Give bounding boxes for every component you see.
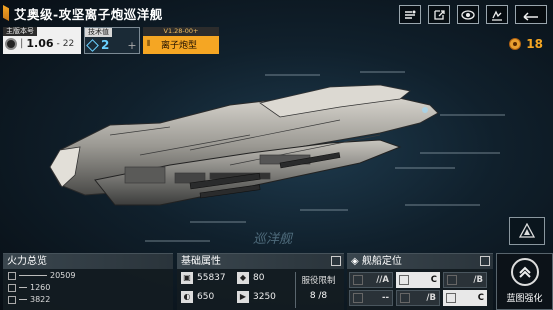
hull-stat: ▣ 55837 — [181, 272, 226, 284]
ship-model[interactable] — [0, 55, 553, 250]
siege-icon — [8, 295, 16, 304]
tech-plus-icon: + — [127, 38, 137, 52]
anti-air-bar — [19, 287, 27, 288]
coin-icon — [509, 38, 522, 50]
attributes-expand-icon[interactable] — [331, 256, 341, 266]
role-grade-3: B — [476, 275, 483, 285]
positioning-expand-icon[interactable] — [480, 256, 490, 266]
role-icon-2 — [399, 275, 409, 285]
ship-title: 艾奥级-攻坚离子炮巡洋舰 — [14, 6, 163, 22]
ship-type-box[interactable]: V1.28-00+ ⦀ 离子炮型 — [143, 27, 219, 54]
ship-info-strip: 主版本号 | 1.06 - 22 技术值 2 + V1.28-00+ ⦀ 离子炮… — [3, 27, 219, 54]
upgrade-chevron-icon — [511, 258, 539, 286]
firepower-total-icon — [8, 271, 16, 280]
role-icon-1 — [353, 275, 363, 285]
role-grade-4: -- — [381, 293, 389, 303]
version-separator: - — [56, 38, 60, 49]
service-limit-label: 服役限制 — [301, 276, 336, 286]
positioning-icon: ◈ — [351, 256, 362, 267]
firepower-row-3: 3822 — [8, 295, 50, 304]
role-cell-5: /B — [396, 290, 440, 306]
firepower-row-2: 1260 — [8, 283, 50, 292]
version-label: 主版本号 — [3, 27, 37, 36]
ship-type-label: 离子炮型 — [161, 41, 198, 51]
tech-box[interactable]: 技术值 2 + — [84, 27, 140, 54]
share-icon[interactable] — [428, 5, 450, 24]
role-cell-6: C — [443, 290, 487, 306]
firepower-panel[interactable]: 火力总览 20509 1260 3822 — [3, 253, 173, 310]
hull-icon: ▣ — [181, 272, 193, 284]
firepower-row-1: 20509 — [8, 271, 75, 280]
speed-stat: ▶ 3250 — [237, 291, 276, 303]
blueprint-enhance-label: 蓝图强化 — [506, 294, 543, 304]
role-grade-1: A — [382, 275, 389, 285]
role-cell-3: /B — [443, 272, 487, 288]
siege-value: 3822 — [30, 295, 51, 304]
positioning-panel[interactable]: ◈ 舰船定位 //A C /B -- /B C — [347, 253, 493, 310]
role-cell-1: //A — [349, 272, 393, 288]
role-icon-6 — [446, 293, 456, 303]
armor-stat: ◆ 80 — [237, 272, 264, 284]
version-box: 主版本号 | 1.06 - 22 — [3, 27, 81, 54]
role-icon-4 — [353, 293, 363, 303]
role-grade-5: B — [429, 293, 436, 303]
lock-icon[interactable] — [486, 5, 508, 24]
firepower-title: 火力总览 — [3, 254, 173, 269]
shield-value: 650 — [197, 292, 215, 302]
formation-icon — [518, 223, 536, 238]
type-mark-icon: ⦀ — [147, 39, 151, 48]
header-toolbar — [399, 5, 547, 24]
positioning-title-text: 舰船定位 — [361, 256, 402, 267]
anti-air-icon — [8, 283, 16, 292]
version-sub: 22 — [62, 38, 75, 49]
armor-value: 80 — [253, 273, 265, 283]
anti-air-value: 1260 — [30, 283, 51, 292]
siege-bar — [19, 299, 27, 300]
role-cell-4: -- — [349, 290, 393, 306]
role-icon-3 — [447, 275, 457, 285]
title-mark-icon — [3, 5, 9, 21]
currency-value: 18 — [526, 37, 543, 51]
attributes-title: 基础属性 — [177, 254, 344, 269]
shield-stat: ◐ 650 — [181, 291, 214, 303]
type-version: V1.28-00+ — [143, 27, 219, 36]
service-limit-value: 8 /8 — [309, 291, 328, 301]
role-icon-5 — [400, 293, 410, 303]
firepower-total-value: 20509 — [50, 271, 76, 280]
currency-display: 18 — [509, 37, 543, 51]
speed-value: 3250 — [253, 292, 276, 302]
ship-graphic — [49, 71, 505, 242]
ship-class-watermark: 巡洋舰 — [253, 232, 293, 247]
version-divider: | — [20, 38, 24, 49]
formation-button[interactable] — [509, 217, 545, 245]
title-bar: 艾奥级-攻坚离子炮巡洋舰 — [0, 0, 280, 26]
tech-value: 2 — [101, 38, 110, 52]
blueprint-enhance-button[interactable]: 蓝图强化 — [496, 253, 553, 310]
speed-icon: ▶ — [237, 291, 249, 303]
role-grade-2: C — [430, 275, 437, 285]
version-icon — [5, 37, 17, 50]
version-main: 1.06 — [26, 37, 54, 50]
tech-label: 技术值 — [85, 28, 112, 37]
firepower-bar — [19, 275, 47, 276]
attributes-panel[interactable]: 基础属性 ▣ 55837 ◆ 80 ◐ 650 ▶ 3250 服役限制 8 /8 — [177, 253, 344, 310]
tech-diamond-icon — [86, 38, 99, 52]
armor-icon: ◆ — [237, 272, 249, 284]
positioning-title: ◈ 舰船定位 — [347, 254, 493, 269]
service-limit: 服役限制 8 /8 — [295, 272, 341, 308]
role-grade-6: C — [477, 293, 484, 303]
role-cell-2: C — [396, 272, 440, 288]
back-icon[interactable] — [515, 5, 547, 24]
filter-icon[interactable] — [399, 5, 421, 24]
view-icon[interactable] — [457, 5, 479, 24]
shield-icon: ◐ — [181, 291, 193, 303]
hull-value: 55837 — [197, 273, 226, 283]
